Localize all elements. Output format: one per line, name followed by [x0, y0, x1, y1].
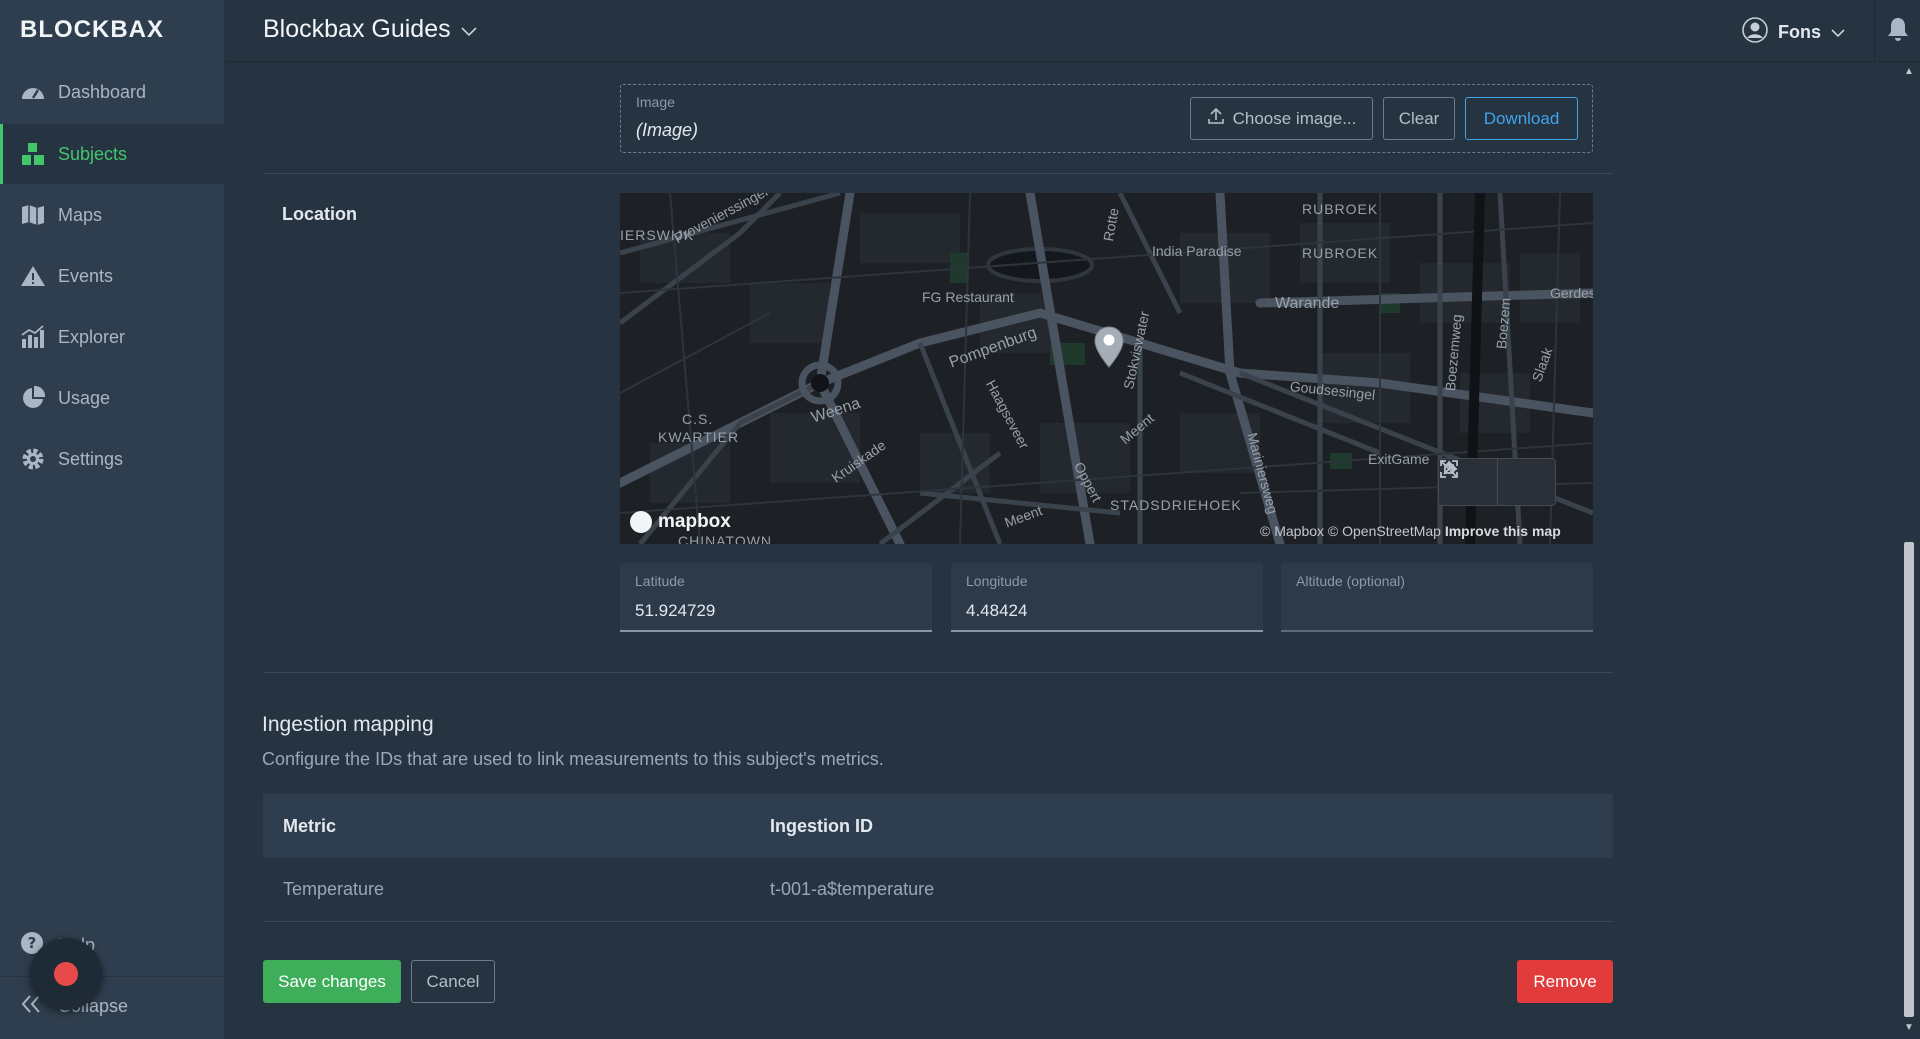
map-label: KWARTIER — [658, 429, 740, 445]
sidebar-item-label: Subjects — [58, 143, 128, 164]
save-changes-button[interactable]: Save changes — [263, 960, 401, 1003]
map-label: India Paradise — [1152, 243, 1242, 259]
metric-cell: Temperature — [283, 879, 385, 899]
sidebar-item-label: Events — [58, 265, 114, 286]
user-avatar-icon — [1742, 17, 1768, 48]
longitude-value[interactable]: 4.48424 — [966, 601, 1027, 621]
map-label: STADSDRIEHOEK — [1110, 497, 1242, 513]
longitude-label: Longitude — [966, 573, 1028, 589]
bell-icon — [1885, 16, 1911, 47]
record-button[interactable] — [30, 938, 102, 1010]
latitude-value[interactable]: 51.924729 — [635, 601, 715, 621]
map-label: Warande — [1275, 295, 1340, 312]
sidebar-item-explorer[interactable]: Explorer — [0, 307, 225, 367]
divider — [263, 173, 1613, 174]
blockbax-logo[interactable]: BLOCKBAX — [20, 16, 164, 44]
sidebar-item-label: Explorer — [58, 326, 126, 347]
warning-icon — [20, 263, 46, 289]
gear-icon — [20, 446, 46, 472]
sidebar-item-dashboard[interactable]: Dashboard — [0, 62, 225, 122]
map-label: RUBROEK — [1302, 201, 1379, 217]
ingestion-table: Metric Ingestion ID Temperature t-001-a$… — [263, 794, 1613, 922]
latitude-field[interactable]: Latitude 51.924729 — [620, 563, 932, 632]
map-controls — [1438, 458, 1556, 506]
column-header-ingestion-id: Ingestion ID — [770, 815, 873, 836]
user-name: Fons — [1778, 22, 1821, 42]
sidebar-item-label: Dashboard — [58, 81, 147, 102]
clear-button[interactable]: Clear — [1383, 97, 1455, 140]
chevron-down-icon — [461, 15, 477, 44]
mapbox-logo-icon — [630, 511, 652, 533]
bar-chart-icon — [20, 324, 46, 350]
ingestion-title: Ingestion mapping — [262, 713, 434, 736]
fit-bounds-button[interactable] — [1440, 459, 1555, 505]
sidebar-item-usage[interactable]: Usage — [0, 368, 225, 428]
page-title: Blockbax Guides — [263, 15, 451, 43]
column-header-metric: Metric — [283, 815, 337, 836]
improve-map-link[interactable]: Improve this map — [1445, 523, 1561, 539]
main-content: Image (Image) Choose image... Clear Down… — [225, 62, 1899, 1039]
sidebar: BLOCKBAX Dashboard Subjects Maps Events … — [0, 0, 225, 1039]
top-header: Blockbax Guides Fons — [225, 0, 1920, 62]
sidebar-item-subjects[interactable]: Subjects — [0, 124, 225, 184]
choose-image-label: Choose image... — [1232, 108, 1357, 128]
table-header: Metric Ingestion ID — [263, 794, 1613, 858]
svg-text:?: ? — [28, 934, 37, 952]
pie-chart-icon — [20, 385, 46, 411]
scrollbar-thumb[interactable] — [1904, 542, 1914, 1017]
scroll-up-arrow-icon[interactable]: ▲ — [1903, 66, 1915, 78]
gauge-icon — [20, 79, 46, 105]
mapbox-logo[interactable]: mapbox — [630, 511, 731, 533]
sidebar-item-maps[interactable]: Maps — [0, 185, 225, 245]
record-dot-icon — [54, 962, 78, 986]
download-button[interactable]: Download — [1465, 97, 1578, 140]
project-selector[interactable]: Blockbax Guides — [263, 15, 477, 44]
choose-image-button[interactable]: Choose image... — [1190, 97, 1373, 140]
chevron-down-icon — [1831, 22, 1845, 43]
scroll-down-arrow-icon[interactable]: ▼ — [1903, 1022, 1915, 1034]
altitude-field[interactable]: Altitude (optional) — [1281, 563, 1593, 632]
map-label: RUBROEK — [1302, 245, 1379, 261]
cancel-button[interactable]: Cancel — [411, 960, 495, 1003]
image-field: Image (Image) Choose image... Clear Down… — [620, 84, 1593, 153]
sidebar-item-settings[interactable]: Settings — [0, 429, 225, 489]
image-value: (Image) — [636, 120, 699, 140]
map-attribution: © Mapbox © OpenStreetMap Improve this ma… — [1260, 523, 1561, 539]
divider — [263, 672, 1613, 673]
remove-button[interactable]: Remove — [1517, 960, 1613, 1003]
blocks-icon — [20, 141, 46, 167]
notifications-button[interactable] — [1874, 0, 1920, 62]
page-scrollbar[interactable]: ▲ ▼ — [1899, 62, 1920, 1039]
map-label: ExitGame — [1368, 451, 1430, 467]
location-label: Location — [282, 204, 357, 224]
upload-icon — [1207, 107, 1225, 130]
map-attribution-text[interactable]: © Mapbox © OpenStreetMap — [1260, 523, 1441, 539]
map-label: C.S. — [682, 411, 714, 427]
altitude-label: Altitude (optional) — [1296, 573, 1405, 589]
user-menu[interactable]: Fons — [1742, 17, 1845, 48]
table-row: Temperature t-001-a$temperature — [263, 858, 1613, 922]
map-label: Gerdes — [1550, 285, 1593, 301]
latitude-label: Latitude — [635, 573, 685, 589]
sidebar-item-events[interactable]: Events — [0, 246, 225, 306]
image-label: Image — [636, 94, 675, 110]
longitude-field[interactable]: Longitude 4.48424 — [951, 563, 1263, 632]
mapbox-logo-text: mapbox — [658, 511, 731, 532]
map-label: FG Restaurant — [922, 289, 1014, 305]
ingestion-id-cell[interactable]: t-001-a$temperature — [770, 879, 1613, 900]
location-map[interactable]: RUBROEK RUBROEK IERSWIJK Provenierssinge… — [620, 193, 1593, 544]
map-icon — [20, 202, 46, 228]
sidebar-item-label: Usage — [58, 387, 111, 408]
ingestion-description: Configure the IDs that are used to link … — [262, 749, 884, 769]
sidebar-item-label: Maps — [58, 204, 103, 225]
map-label: CHINATOWN — [678, 533, 773, 544]
sidebar-item-label: Settings — [58, 448, 124, 469]
